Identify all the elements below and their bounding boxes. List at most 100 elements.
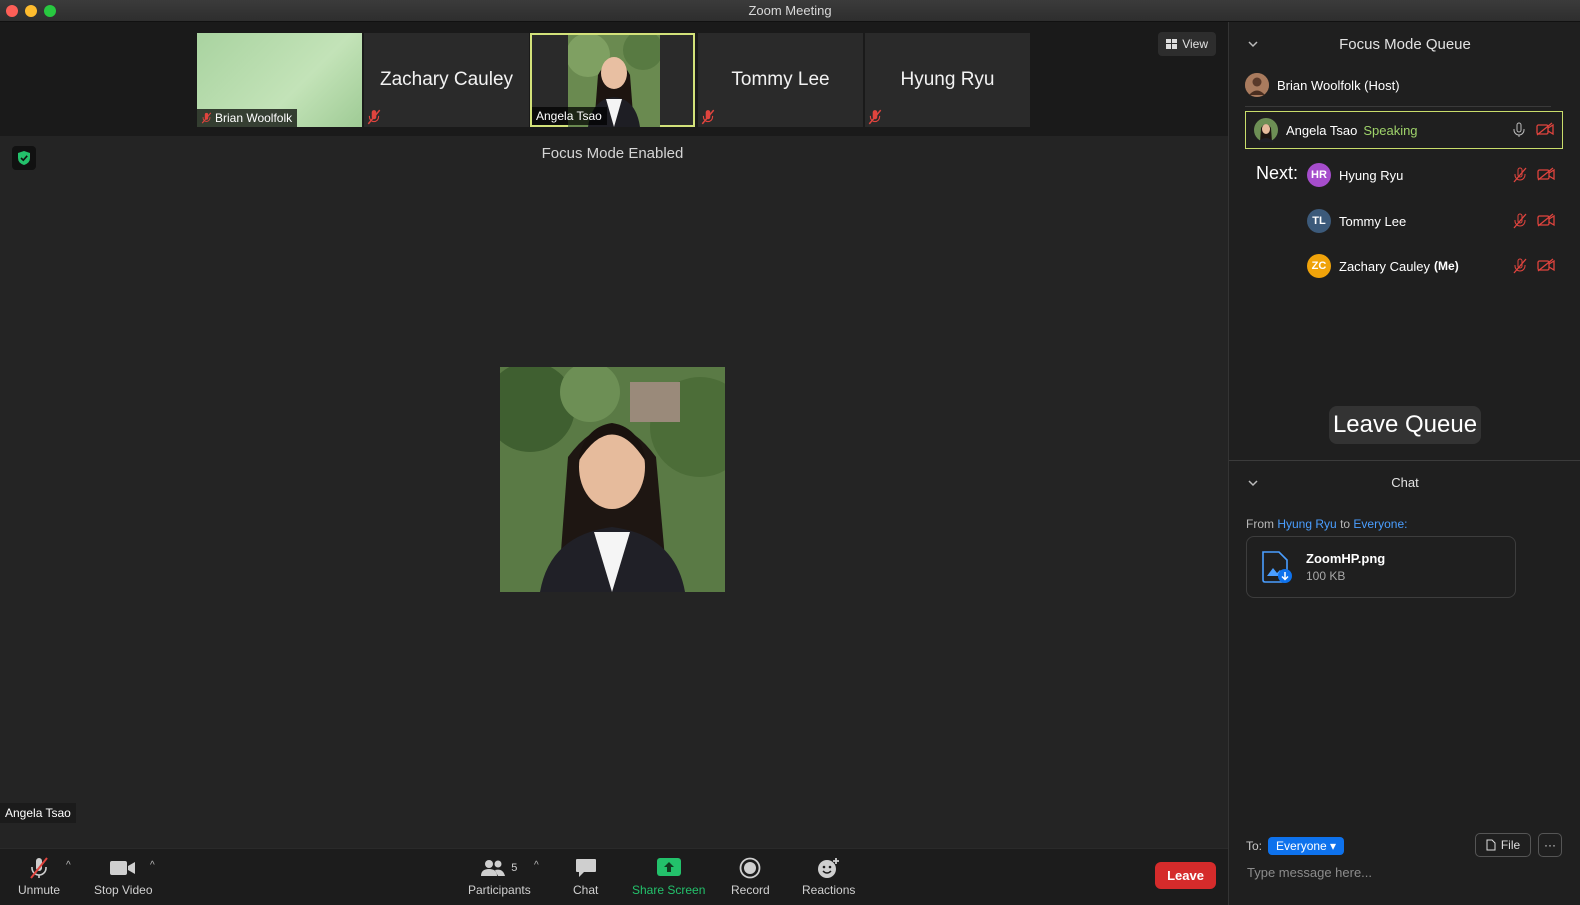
window-title: Zoom Meeting xyxy=(748,3,832,18)
share-screen-button[interactable]: Share Screen xyxy=(632,855,705,897)
active-speaker-video xyxy=(500,367,725,592)
video-tile-hyung[interactable]: Hyung Ryu xyxy=(865,33,1030,127)
video-tile-brian[interactable]: Brian Woolfolk xyxy=(197,33,362,127)
file-button-label: File xyxy=(1500,838,1521,852)
tile-name: Angela Tsao xyxy=(536,109,602,123)
chat-bubble-icon xyxy=(575,859,596,877)
to-label: To: xyxy=(1246,839,1263,853)
close-window-button[interactable] xyxy=(6,5,18,17)
queue-next-name: Tommy Lee xyxy=(1339,213,1407,229)
participant-count: 5 xyxy=(511,862,518,874)
record-label: Record xyxy=(731,883,770,897)
reactions-label: Reactions xyxy=(802,883,856,897)
leave-meeting-button[interactable]: Leave xyxy=(1155,862,1216,889)
speaking-status: Speaking xyxy=(1363,122,1418,138)
file-icon xyxy=(1486,839,1496,851)
participant-status-icons xyxy=(1513,167,1555,183)
message-sender[interactable]: Hyung Ryu xyxy=(1277,517,1336,531)
avatar: TL xyxy=(1307,209,1331,233)
mic-muted-icon xyxy=(701,109,715,125)
reactions-button[interactable]: Reactions xyxy=(802,855,855,897)
minimize-window-button[interactable] xyxy=(25,5,37,17)
speaker-status-icons xyxy=(1512,122,1554,138)
video-options-chevron-icon[interactable]: ^ xyxy=(150,860,155,871)
leave-queue-button[interactable]: Leave Queue xyxy=(1329,406,1481,444)
chat-title: Chat xyxy=(1391,475,1419,490)
participant-status-icons xyxy=(1513,213,1555,229)
mic-muted-icon xyxy=(1513,213,1527,229)
recipient-row: To: Everyone ▾ xyxy=(1246,837,1345,855)
view-label: View xyxy=(1182,37,1208,51)
share-screen-icon xyxy=(656,858,681,876)
mic-muted-icon xyxy=(1513,258,1527,274)
meeting-area: Brian Woolfolk Zachary Cauley Angela Tsa… xyxy=(0,22,1228,905)
file-size: 100 KB xyxy=(1306,569,1346,583)
tile-name: Brian Woolfolk xyxy=(215,111,293,125)
message-recipient: Everyone: xyxy=(1353,517,1408,531)
share-screen-label: Share Screen xyxy=(632,883,706,897)
video-off-icon xyxy=(1537,258,1555,272)
file-name: ZoomHP.png xyxy=(1306,551,1386,566)
file-attachment-card[interactable]: ZoomHP.png 100 KB xyxy=(1246,536,1516,598)
mic-muted-icon xyxy=(1513,167,1527,183)
focus-mode-banner: Focus Mode Enabled xyxy=(541,145,684,162)
participant-status-icons xyxy=(1513,258,1555,274)
tile-label: Brian Woolfolk xyxy=(197,109,298,127)
focus-queue-title: Focus Mode Queue xyxy=(1339,36,1471,53)
current-speaker-name: Angela Tsao xyxy=(1286,122,1358,138)
record-button[interactable]: Record xyxy=(731,855,770,897)
gallery-strip: Brian Woolfolk Zachary Cauley Angela Tsa… xyxy=(0,22,1228,136)
queue-next-row: ZC Zachary Cauley (Me) xyxy=(1245,246,1563,286)
from-to: to xyxy=(1340,517,1351,531)
audio-options-chevron-icon[interactable]: ^ xyxy=(66,860,71,871)
title-bar: Zoom Meeting xyxy=(0,0,1580,22)
unmute-button[interactable]: Unmute xyxy=(18,855,60,897)
avatar xyxy=(1254,118,1278,142)
participants-label: Participants xyxy=(468,883,531,897)
queue-divider xyxy=(1245,106,1551,107)
tile-label: Angela Tsao xyxy=(532,107,607,125)
video-tile-zachary[interactable]: Zachary Cauley xyxy=(364,33,529,127)
me-suffix: (Me) xyxy=(1434,259,1459,273)
stop-video-button[interactable]: Stop Video xyxy=(94,855,153,897)
recipient-value: Everyone xyxy=(1276,839,1327,853)
queue-current-speaker-row: Angela Tsao Speaking xyxy=(1245,111,1563,149)
reactions-icon xyxy=(817,858,839,878)
send-file-button[interactable]: File xyxy=(1475,833,1531,857)
avatar: HR xyxy=(1307,163,1331,187)
mic-icon xyxy=(1513,122,1525,137)
window-controls xyxy=(6,5,56,17)
queue-next-name: Hyung Ryu xyxy=(1339,167,1404,183)
video-tile-angela[interactable]: Angela Tsao xyxy=(530,33,695,127)
person-photo xyxy=(500,367,725,592)
grid-icon xyxy=(1166,39,1178,49)
view-button[interactable]: View xyxy=(1158,32,1216,56)
chat-button[interactable]: Chat xyxy=(573,855,598,897)
participants-button[interactable]: 5 Participants xyxy=(468,855,531,897)
recipient-dropdown[interactable]: Everyone ▾ xyxy=(1268,837,1345,855)
mic-muted-icon xyxy=(367,109,381,125)
queue-host-name: Brian Woolfolk (Host) xyxy=(1277,77,1400,93)
mic-muted-icon xyxy=(201,112,212,124)
from-prefix: From xyxy=(1246,517,1274,531)
side-panel: Focus Mode Queue Brian Woolfolk (Host) A… xyxy=(1228,22,1580,905)
participants-options-chevron-icon[interactable]: ^ xyxy=(534,860,539,871)
chat-message-header: From Hyung Ryu to Everyone: xyxy=(1246,517,1407,531)
mic-muted-icon xyxy=(30,857,48,879)
queue-next-row: TL Tommy Lee xyxy=(1245,201,1563,241)
video-off-icon xyxy=(1537,213,1555,227)
tile-name: Tommy Lee xyxy=(731,69,830,90)
avatar: ZC xyxy=(1307,254,1331,278)
mic-muted-icon xyxy=(868,109,882,125)
tile-name: Zachary Cauley xyxy=(379,69,514,90)
unmute-label: Unmute xyxy=(18,883,61,897)
chat-message-input[interactable] xyxy=(1241,860,1561,884)
meeting-toolbar: Unmute ^ Stop Video ^ 5 Participants ^ C… xyxy=(0,848,1228,905)
video-tile-tommy[interactable]: Tommy Lee xyxy=(698,33,863,127)
queue-next-row: HR Hyung Ryu xyxy=(1245,155,1563,195)
queue-next-name: Zachary Cauley xyxy=(1339,258,1431,274)
maximize-window-button[interactable] xyxy=(44,5,56,17)
stop-video-label: Stop Video xyxy=(94,883,153,897)
more-options-button[interactable]: ··· xyxy=(1538,833,1562,857)
video-off-icon xyxy=(1537,167,1555,181)
